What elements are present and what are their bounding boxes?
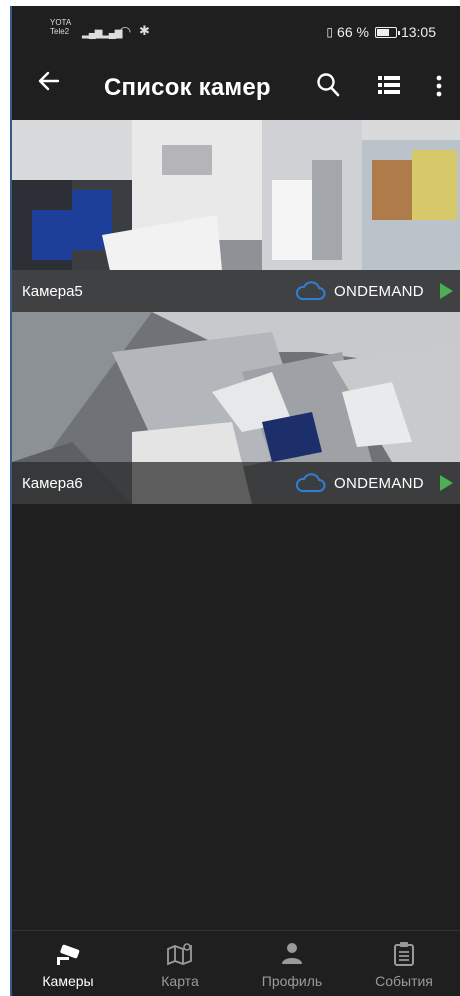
nav-label: Профиль: [261, 973, 323, 989]
signal-icon: ▂▄▆: [82, 28, 102, 39]
camera-mode: ONDEMAND: [334, 475, 424, 492]
status-bar: YOTA Tele2 ▂▄▆ ▂▄▆ ◠ ✱ ▯ 66 % 13:05: [12, 6, 460, 50]
vibrate-icon: ▯: [326, 25, 334, 39]
camera-name: Камера5: [22, 283, 83, 300]
nav-label: Карта: [161, 973, 199, 989]
carrier-labels: YOTA Tele2: [50, 18, 71, 36]
status-right: ▯ 66 % 13:05: [326, 24, 436, 40]
clock: 13:05: [400, 24, 436, 40]
page-title: Список камер: [104, 74, 271, 101]
play-icon[interactable]: [440, 283, 453, 299]
search-icon[interactable]: [316, 72, 340, 98]
carrier-2: Tele2: [50, 27, 70, 36]
battery-icon: [374, 26, 400, 38]
back-arrow-icon[interactable]: [36, 68, 62, 101]
bottom-nav: Камеры Карта Профиль События: [12, 930, 460, 996]
nav-item-map[interactable]: Карта: [124, 931, 236, 996]
nav-item-cameras[interactable]: Камеры: [12, 931, 124, 996]
camera-caption-bar: Камера6 ONDEMAND: [12, 462, 460, 504]
more-vert-icon[interactable]: [434, 74, 444, 98]
camera-card[interactable]: Камера5 ONDEMAND: [12, 120, 460, 312]
map-icon: [167, 943, 192, 966]
camera-mode: ONDEMAND: [334, 283, 424, 300]
list-view-icon[interactable]: [378, 75, 400, 95]
app-screen: YOTA Tele2 ▂▄▆ ▂▄▆ ◠ ✱ ▯ 66 % 13:05 Спис…: [10, 6, 460, 996]
play-icon[interactable]: [440, 475, 453, 491]
nav-item-profile[interactable]: Профиль: [236, 931, 348, 996]
clipboard-list-icon: [394, 942, 414, 966]
app-bar: Список камер: [12, 50, 460, 122]
nav-item-events[interactable]: События: [348, 931, 460, 996]
nav-label: События: [375, 973, 433, 989]
cctv-camera-icon: [57, 944, 80, 965]
carrier-1: YOTA: [50, 18, 72, 27]
camera-name: Камера6: [22, 475, 83, 492]
camera-caption-bar: Камера5 ONDEMAND: [12, 270, 460, 312]
camera-card[interactable]: Камера6 ONDEMAND: [12, 312, 460, 504]
person-icon: [282, 943, 302, 964]
cloud-icon: [295, 281, 326, 300]
cloud-icon: [295, 473, 326, 492]
battery-percent: 66 %: [337, 24, 369, 40]
wifi-icon: ◠: [119, 23, 132, 39]
nav-label: Камеры: [42, 973, 94, 989]
bluetooth-icon: ✱: [139, 23, 150, 38]
